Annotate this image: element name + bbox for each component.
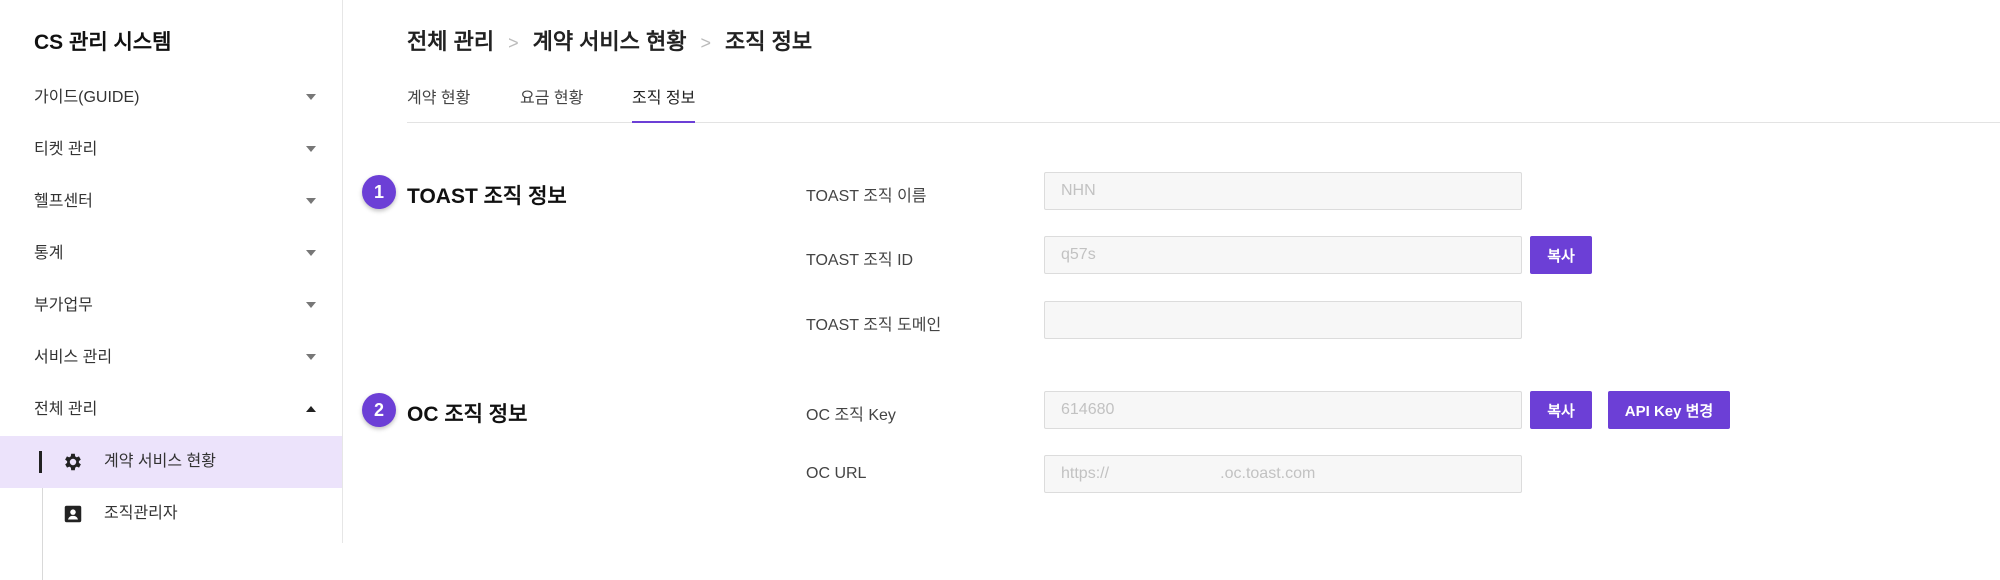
tab-fee-status[interactable]: 요금 현황 [520,84,583,121]
sidebar-item-overall-management[interactable]: 전체 관리 [0,384,342,436]
sidebar-item-helpcenter[interactable]: 헬프센터 [0,176,342,228]
sidebar-item-label: 서비스 관리 [34,349,113,366]
chevron-down-icon [306,198,316,204]
chevron-right-icon: > [508,33,519,53]
oc-url-field[interactable] [1044,455,1522,493]
chevron-down-icon [306,354,316,360]
section-title: TOAST 조직 정보 [407,185,567,208]
sidebar-item-service-management[interactable]: 서비스 관리 [0,332,342,384]
field-label: OC URL [806,465,867,482]
sidebar-subitem-label: 계약 서비스 현황 [104,453,216,470]
toast-org-id-field[interactable] [1044,236,1522,274]
sidebar-menu: 가이드(GUIDE) 티켓 관리 헬프센터 통계 부가업무 서비스 관리 전체 … [0,72,342,580]
sidebar-item-extra-work[interactable]: 부가업무 [0,280,342,332]
sidebar-item-label: 헬프센터 [34,193,93,210]
chevron-down-icon [306,94,316,100]
field-label: TOAST 조직 ID [806,252,914,269]
breadcrumb: 전체 관리 > 계약 서비스 현황 > 조직 정보 [407,24,812,56]
toast-org-domain-field[interactable] [1044,301,1522,339]
copy-org-id-button[interactable]: 복사 [1530,236,1592,274]
field-label: TOAST 조직 도메인 [806,317,942,334]
sidebar: CS 관리 시스템 가이드(GUIDE) 티켓 관리 헬프센터 통계 부가업무 … [0,0,343,580]
chevron-up-icon [306,406,316,412]
sidebar-item-label: 부가업무 [34,297,93,314]
chevron-right-icon: > [700,33,712,53]
change-api-key-button[interactable]: API Key 변경 [1608,391,1730,429]
sidebar-item-label: 티켓 관리 [34,141,98,158]
tab-contract-status[interactable]: 계약 현황 [407,84,470,121]
tab-org-info[interactable]: 조직 정보 [632,84,696,123]
sidebar-subitem-contract-service[interactable]: 계약 서비스 현황 [0,436,342,488]
oc-org-key-field[interactable] [1044,391,1522,429]
field-label: TOAST 조직 이름 [806,188,927,205]
toast-org-name-field[interactable] [1044,172,1522,210]
tab-bar: 계약 현황 요금 현황 조직 정보 [407,84,2000,123]
copy-oc-key-button[interactable]: 복사 [1530,391,1592,429]
chevron-down-icon [306,302,316,308]
app-title: CS 관리 시스템 [34,31,172,54]
sidebar-item-label: 전체 관리 [34,401,98,418]
sidebar-subitem-org-admin[interactable]: 조직관리자 [0,488,342,540]
breadcrumb-current: 조직 정보 [725,29,813,54]
breadcrumb-item[interactable]: 전체 관리 [407,29,494,54]
sidebar-item-statistics[interactable]: 통계 [0,228,342,280]
breadcrumb-item[interactable]: 계약 서비스 현황 [533,29,687,54]
active-indicator [39,451,42,473]
section-number-badge: 2 [362,393,396,427]
sidebar-item-label: 가이드(GUIDE) [34,89,140,106]
sidebar-item-guide[interactable]: 가이드(GUIDE) [0,72,342,124]
section-number-badge: 1 [362,175,396,209]
contact-card-icon [64,505,82,523]
field-label: OC 조직 Key [806,407,896,424]
section-title: OC 조직 정보 [407,403,528,426]
sidebar-submenu: 계약 서비스 현황 조직관리자 [0,436,342,580]
sidebar-subitem-label: 조직관리자 [104,505,178,522]
gear-icon [65,453,81,471]
sidebar-item-label: 통계 [34,245,64,262]
chevron-down-icon [306,250,316,256]
sidebar-item-ticket[interactable]: 티켓 관리 [0,124,342,176]
chevron-down-icon [306,146,316,152]
